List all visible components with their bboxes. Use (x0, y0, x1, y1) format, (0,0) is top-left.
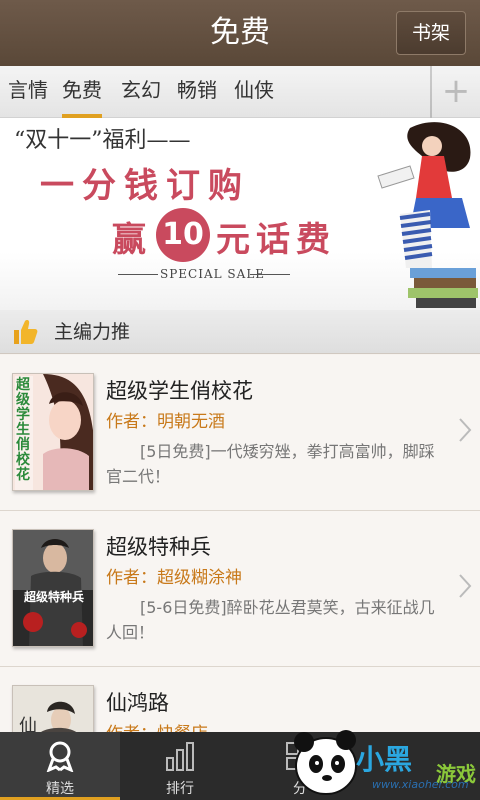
chevron-right-icon (459, 574, 472, 598)
title-bar: 免费 书架 (0, 0, 480, 66)
nav-ranking[interactable]: 排行 (120, 732, 240, 800)
book-cover: 超级特种兵 (12, 529, 94, 647)
book-cover-title: 超级特种兵 (23, 590, 84, 604)
watermark-url: www.xiaohei.com (372, 778, 469, 791)
nav-label: 排行 (166, 781, 194, 797)
banner-rule-left (118, 274, 158, 275)
bookshelf-button[interactable]: 书架 (396, 11, 466, 55)
banner-amount-badge: 10 (156, 208, 210, 262)
bar-chart-icon (166, 742, 194, 771)
girl-reading-illustration (377, 122, 478, 308)
chevron-right-icon (459, 418, 472, 442)
tab-bestseller[interactable]: 畅销 (177, 66, 217, 118)
nav-featured[interactable]: 精选 (0, 732, 120, 800)
book-cover: 仙 (12, 685, 94, 732)
banner-offer: 一分钱订购 (40, 166, 250, 206)
book-author: 作者：明朝无酒 (106, 412, 225, 432)
banner-rule-right (250, 274, 290, 275)
banner-prize: 元话费 (216, 220, 336, 260)
ribbon-icon (46, 741, 74, 772)
banner-headline: “双十一”福利—— (14, 128, 191, 153)
book-item-3[interactable]: 仙 仙鸿路 作者：快餐店 (0, 667, 480, 732)
editor-picks-header: 主编力推 (0, 310, 480, 354)
banner-win: 赢 (112, 220, 146, 260)
section-title: 主编力推 (54, 321, 131, 343)
plus-icon[interactable]: + (432, 66, 480, 118)
book-author: 作者：快餐店 (106, 719, 208, 732)
book-description: [5-6日免费]醉卧花丛君莫笑，古来征战几人回！ (106, 598, 435, 642)
book-author: 作者：超级糊涂神 (106, 568, 242, 588)
book-title: 超级学生俏校花 (106, 379, 253, 403)
tab-xianxia[interactable]: 仙侠 (234, 66, 274, 118)
watermark-text: 小黑 (356, 743, 413, 776)
tab-free[interactable]: 免费 (62, 66, 102, 118)
book-cover-title: 超级学生俏校花 (16, 377, 30, 483)
book-title: 仙鸿路 (106, 691, 169, 715)
promo-banner[interactable]: “双十一”福利—— 一分钱订购 赢 10 元话费 SPECIAL SALE (0, 118, 480, 310)
category-tabs: 言情 免费 玄幻 畅销 仙侠 + (0, 66, 480, 118)
book-cover-title: 仙 (19, 716, 37, 732)
nav-label: 精选 (46, 781, 74, 797)
thumbs-up-icon (14, 320, 38, 344)
book-title: 超级特种兵 (106, 535, 211, 559)
book-item-1[interactable]: 超级学生俏校花 超级学生俏校花 作者：明朝无酒 [5日免费]一代矮穷矬，拳打高富… (0, 355, 480, 511)
book-item-2[interactable]: 超级特种兵 超级特种兵 作者：超级糊涂神 [5-6日免费]醉卧花丛君莫笑，古来征… (0, 511, 480, 667)
book-cover: 超级学生俏校花 (12, 373, 94, 491)
tab-fantasy[interactable]: 玄幻 (121, 66, 161, 118)
book-description: [5日免费]一代矮穷矬，拳打高富帅，脚踩官二代！ (106, 442, 435, 486)
tab-romance[interactable]: 言情 (8, 66, 48, 118)
